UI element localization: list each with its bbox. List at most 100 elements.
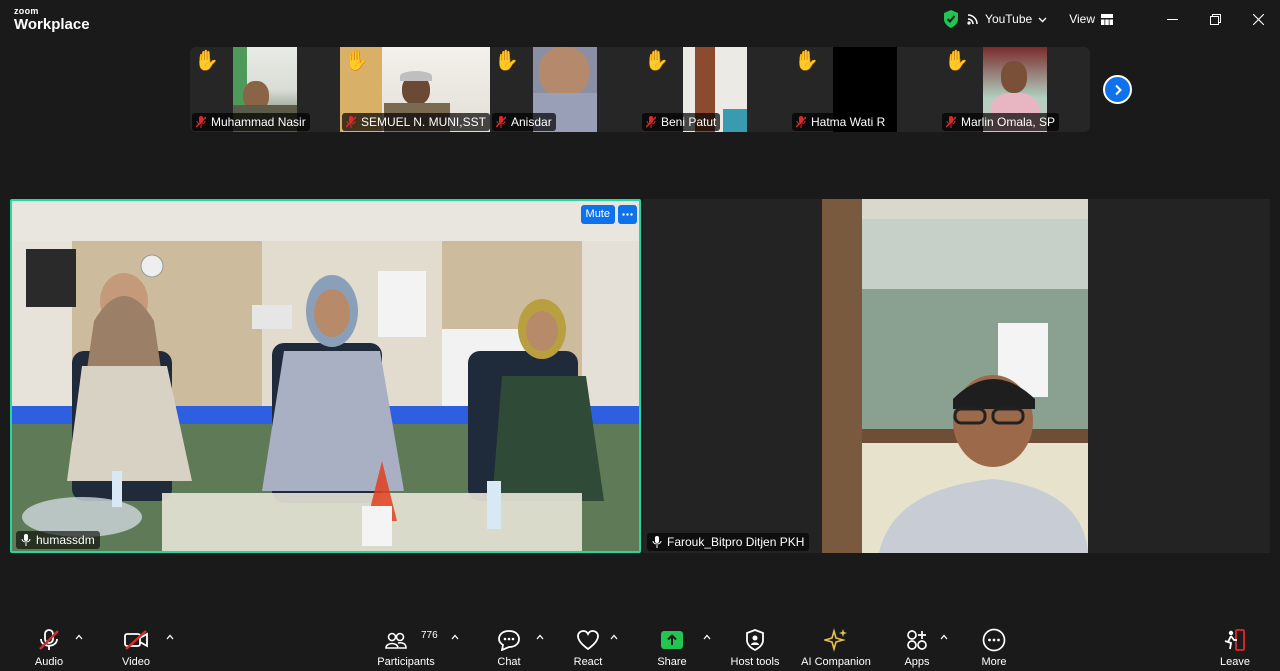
participant-name-bar: Muhammad Nasir — [192, 113, 310, 131]
chevron-up-icon[interactable] — [166, 634, 174, 640]
participant-name-bar: humassdm — [16, 531, 100, 549]
close-button[interactable] — [1237, 0, 1280, 38]
participant-name: SEMUEL N. MUNI,SST — [361, 115, 486, 129]
sparkle-icon — [824, 628, 847, 652]
ai-companion-button[interactable]: AI Companion — [798, 618, 874, 671]
participant-name: Hatma Wati R — [811, 115, 886, 129]
leave-button[interactable]: Leave — [1218, 618, 1252, 671]
ai-companion-label: AI Companion — [801, 656, 871, 668]
gallery-strip: ✋ Muhammad Nasir ✋ SEMUEL N. MUNI,SST ✋ … — [190, 47, 1090, 132]
mute-participant-button[interactable]: Mute — [580, 205, 615, 224]
minimize-button[interactable] — [1151, 0, 1194, 38]
office-scene — [643, 199, 1270, 553]
host-tools-label: Host tools — [730, 656, 780, 668]
more-button[interactable]: More — [977, 618, 1011, 671]
mic-unmuted-icon — [21, 534, 31, 546]
participant-tile[interactable]: ✋ Muhammad Nasir — [190, 47, 340, 132]
participant-name: Beni Patut — [661, 115, 717, 129]
participant-name: humassdm — [36, 533, 95, 547]
participant-name-bar: SEMUEL N. MUNI,SST — [342, 113, 490, 131]
mic-unmuted-icon — [652, 536, 662, 548]
participant-tile[interactable]: ✋ Anisdar — [490, 47, 640, 132]
participants-button[interactable]: Participants — [374, 618, 438, 671]
more-label: More — [981, 656, 1007, 668]
participants-count: 776 — [421, 630, 438, 641]
leave-icon — [1224, 629, 1245, 651]
participant-tile[interactable]: ✋ Hatma Wati R — [790, 47, 940, 132]
video-button[interactable]: Video — [116, 618, 156, 671]
apps-label: Apps — [904, 656, 930, 668]
chevron-up-icon[interactable] — [610, 634, 618, 640]
chevron-right-icon — [1114, 84, 1122, 95]
chat-button[interactable]: Chat — [492, 618, 526, 671]
main-video-active-speaker[interactable]: Mute humassdm — [10, 199, 641, 553]
participant-name-bar: Hatma Wati R — [792, 113, 890, 131]
heart-icon — [577, 630, 599, 651]
logo-bottom-text: Workplace — [14, 16, 90, 33]
raised-hand-icon: ✋ — [194, 50, 219, 72]
audio-button[interactable]: Audio — [30, 618, 68, 671]
share-label: Share — [657, 656, 687, 668]
raised-hand-icon: ✋ — [344, 50, 369, 72]
chevron-up-icon[interactable] — [451, 634, 459, 640]
shield-check-icon[interactable] — [943, 10, 959, 28]
host-tools-button[interactable]: Host tools — [727, 618, 783, 671]
mic-muted-icon — [346, 116, 356, 128]
chevron-down-icon[interactable] — [1038, 15, 1047, 24]
react-label: React — [573, 656, 603, 668]
participant-name-bar: Beni Patut — [642, 113, 721, 131]
react-button[interactable]: React — [570, 618, 606, 671]
participant-name: Marlin Omala, SP — [961, 115, 1056, 129]
apps-icon — [907, 630, 927, 650]
stream-label[interactable]: YouTube — [985, 12, 1032, 26]
mic-muted-icon — [496, 116, 506, 128]
participant-tile[interactable]: ✋ Marlin Omala, SP — [940, 47, 1090, 132]
main-video-participant[interactable]: Farouk_Bitpro Ditjen PKH — [643, 199, 1270, 553]
chat-icon — [498, 630, 520, 651]
studio-scene — [12, 201, 639, 551]
share-screen-icon — [661, 631, 683, 649]
participant-name: Muhammad Nasir — [211, 115, 306, 129]
raised-hand-icon: ✋ — [494, 50, 519, 72]
mic-muted-icon — [646, 116, 656, 128]
chevron-up-icon[interactable] — [703, 634, 711, 640]
participant-name: Farouk_Bitpro Ditjen PKH — [667, 535, 805, 549]
title-bar: zoom Workplace YouTube View — [0, 0, 1280, 40]
restore-icon — [1210, 13, 1221, 25]
next-page-button[interactable] — [1103, 75, 1132, 104]
apps-button[interactable]: Apps — [901, 618, 933, 671]
mic-muted-icon — [796, 116, 806, 128]
share-button[interactable]: Share — [654, 618, 690, 671]
chevron-up-icon[interactable] — [75, 634, 83, 640]
more-options-button[interactable] — [618, 205, 637, 224]
participant-tile[interactable]: ✋ SEMUEL N. MUNI,SST — [340, 47, 490, 132]
shield-icon — [746, 629, 764, 651]
chevron-up-icon[interactable] — [940, 634, 948, 640]
close-icon — [1253, 13, 1264, 25]
zoom-logo: zoom Workplace — [14, 6, 90, 33]
mic-muted-icon — [196, 116, 206, 128]
chevron-up-icon[interactable] — [536, 634, 544, 640]
participant-name: Anisdar — [511, 115, 552, 129]
meeting-toolbar: Audio Video Participants 776 Chat React … — [0, 618, 1280, 671]
participant-name-bar: Farouk_Bitpro Ditjen PKH — [647, 533, 810, 551]
more-icon — [982, 628, 1006, 652]
participants-label: Participants — [377, 656, 435, 668]
raised-hand-icon: ✋ — [794, 50, 819, 72]
mic-muted-icon — [39, 629, 59, 650]
leave-label: Leave — [1220, 656, 1250, 668]
raised-hand-icon: ✋ — [644, 50, 669, 72]
restore-button[interactable] — [1194, 0, 1237, 38]
participant-name-bar: Anisdar — [492, 113, 556, 131]
mic-muted-icon — [946, 116, 956, 128]
participants-icon — [385, 632, 407, 649]
grid-view-icon[interactable] — [1101, 13, 1113, 25]
view-button[interactable]: View — [1069, 12, 1095, 26]
raised-hand-icon: ✋ — [944, 50, 969, 72]
minimize-icon — [1167, 18, 1178, 20]
participant-tile[interactable]: ✋ Beni Patut — [640, 47, 790, 132]
live-stream-icon — [967, 14, 978, 25]
video-label: Video — [122, 656, 150, 668]
video-off-icon — [124, 630, 148, 650]
logo-top-text: zoom — [14, 6, 39, 16]
